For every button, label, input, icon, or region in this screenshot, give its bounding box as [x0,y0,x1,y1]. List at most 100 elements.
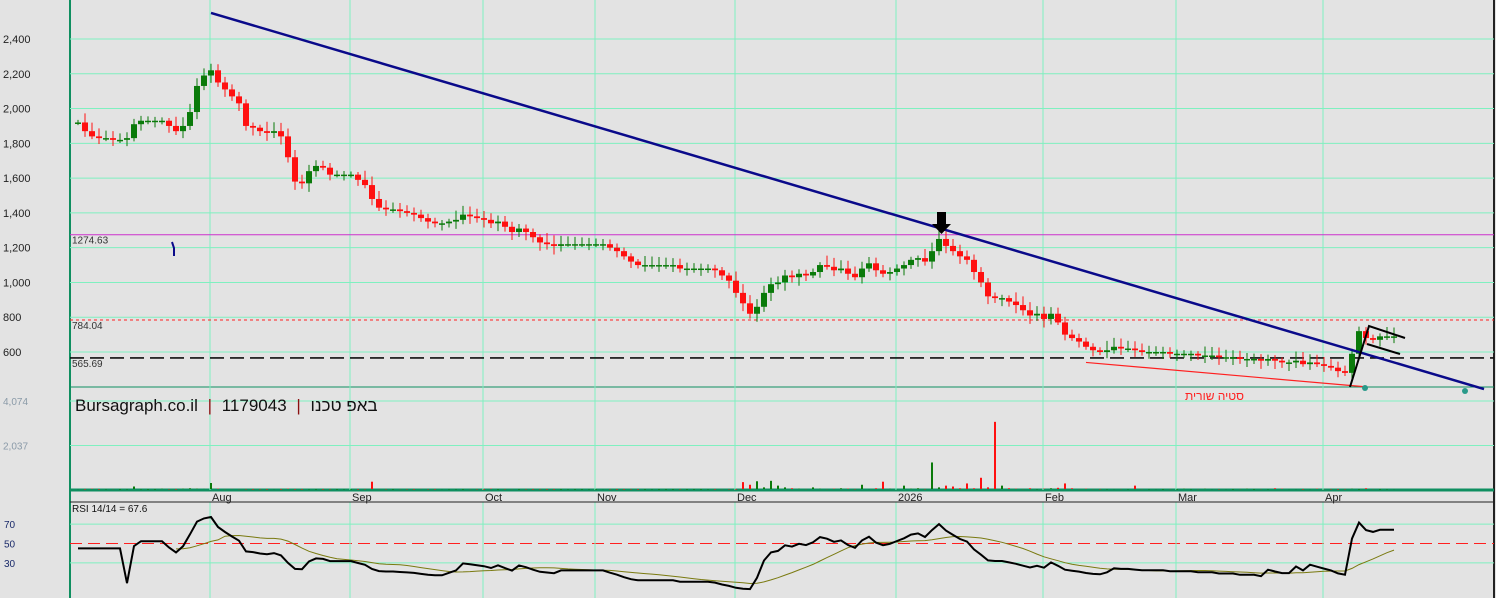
candle-body [523,228,529,233]
candle-body [558,244,564,246]
candle-body [1055,313,1061,323]
title-site: Bursagraph.co.il [75,396,198,415]
candle-body [1391,336,1397,338]
candle-body [705,268,711,271]
candle-body [936,238,942,252]
candle-body [537,237,543,243]
candle-body [873,263,879,271]
candle-body [684,268,690,271]
candle-body [187,112,193,126]
candle-body [299,181,305,184]
candle-body [481,218,487,220]
candle-body [761,292,767,307]
rsi-tick-label: 70 [4,520,16,531]
candle-body [320,165,326,168]
candle-body [208,70,214,76]
candle-body [845,268,851,274]
candle-body [495,221,501,224]
candle-body [271,131,277,133]
candle-body [1258,358,1264,361]
candle-body [600,244,606,246]
candle-body [831,266,837,271]
price-tick-label: 1,600 [3,173,31,185]
price-tick-label: 2,400 [3,34,31,46]
candle-body [362,179,368,186]
candle-body [635,261,641,266]
candle-body [747,303,753,314]
candle-body [292,157,298,182]
candle-body [649,265,655,267]
candle-body [1111,346,1117,351]
candle-body [1307,362,1313,365]
candle-body [383,207,389,210]
candle-body [1125,348,1131,351]
candle-body [1027,310,1033,316]
chart-background [0,0,1496,598]
candle-body [880,270,886,274]
candle-body [733,280,739,293]
candle-body [229,89,235,97]
candle-body [348,174,354,177]
candle-body [712,268,718,271]
candle-body [404,211,410,213]
candle-body [250,125,256,128]
title-separator-2: | [296,396,300,415]
candle-body [474,216,480,219]
rsi-tick-label: 30 [4,559,16,570]
candle-body [943,238,949,246]
candle-body [894,268,900,273]
candle-body [1342,371,1348,373]
candle-body [257,127,263,132]
candle-body [131,124,137,139]
candle-body [642,265,648,267]
candle-body [992,296,998,299]
price-tick-label: 1,200 [3,243,31,255]
divergence-annotation: סטיה שורית [1185,389,1244,403]
candle-body [1349,353,1355,373]
candle-body [740,292,746,304]
candle-body [1321,364,1327,366]
candle-body [1013,301,1019,306]
candle-body [670,265,676,267]
candle-body [999,298,1005,300]
candle-body [201,75,207,86]
candle-body [817,265,823,273]
title-name: באפ טכנו [311,396,378,415]
trendline-end-handle [1462,388,1468,394]
candle-body [586,244,592,246]
price-tick-label: 2,000 [3,104,31,116]
candle-body [145,120,151,123]
candle-body [1335,367,1341,372]
candle-body [1006,298,1012,302]
candle-body [1223,357,1229,359]
candle-body [775,282,781,285]
candle-body [1132,348,1138,351]
candle-body [1139,350,1145,353]
candle-body [1272,358,1278,361]
candle-body [691,268,697,271]
candle-body [957,251,963,257]
candle-body [810,272,816,276]
candle-body [1209,355,1215,357]
candle-body [1104,350,1110,353]
rsi-tick-label: 50 [4,540,16,551]
candle-body [96,136,102,139]
candle-body [1216,355,1222,358]
candle-body [103,138,109,140]
candle-body [908,259,914,266]
candle-body [1251,358,1257,361]
volume-tick-label: 2,037 [3,442,28,453]
candle-body [796,273,802,278]
candle-body [1230,357,1236,359]
candle-body [236,96,242,104]
price-tick-label: 1,400 [3,208,31,220]
candle-body [306,171,312,184]
candle-body [425,218,431,222]
candle-body [376,198,382,208]
candle-body [754,306,760,314]
candle-body [75,122,81,124]
candle-body [110,138,116,140]
candle-body [243,103,249,126]
candle-body [1293,360,1299,363]
candle-body [1160,352,1166,354]
